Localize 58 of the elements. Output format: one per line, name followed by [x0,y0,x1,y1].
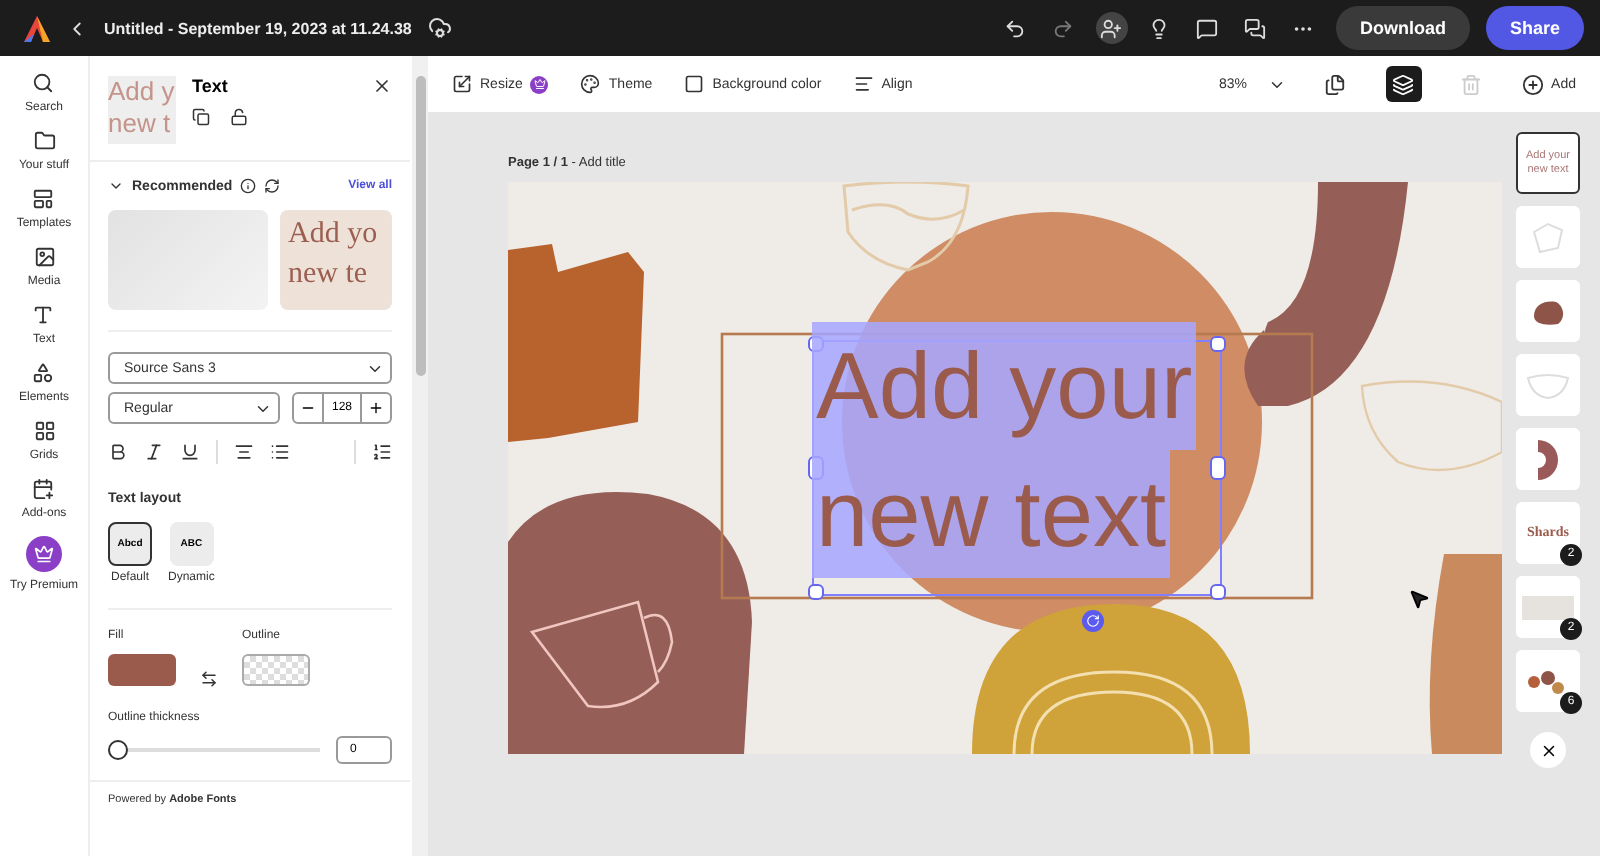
panel-title: Text [192,76,228,96]
close-icon [1539,741,1557,759]
arc-base-shape [1244,330,1288,406]
share-button[interactable]: Share [1485,6,1584,50]
add-icon [1521,73,1544,95]
theme-icon [580,74,601,94]
italic-icon[interactable] [144,442,164,462]
list-icon[interactable] [270,442,290,462]
duplicate-icon[interactable] [192,108,210,126]
shapes-drawing [1526,667,1570,695]
outline-drawing [1528,219,1568,255]
cloud-sync-icon[interactable] [427,16,452,40]
bowl-outline [842,182,970,272]
elements-icon [32,362,55,384]
search-icon [32,72,55,94]
document-title: Untitled - September 19, 2023 at 11.24.38 [104,19,412,37]
blob-drawing [1530,297,1566,325]
close-icon[interactable] [372,76,392,96]
folder-icon [33,130,55,152]
recommendation-card[interactable]: Add yo new te [280,210,392,310]
crown-icon [26,536,62,572]
refresh-icon[interactable] [264,178,281,194]
invite-icon[interactable] [1095,12,1128,44]
close-button[interactable] [1530,732,1566,768]
collapse-icon[interactable] [108,178,124,194]
align-icon [853,74,874,94]
grids-icon [33,420,55,442]
templates-icon [32,188,55,210]
background-icon [684,74,705,94]
bowl-drawing [1526,371,1570,399]
swap-icon[interactable] [200,670,218,688]
page-thumbnail[interactable] [1516,280,1580,342]
scrollbar-thumb[interactable] [415,76,425,376]
block-drawing [1522,595,1574,619]
arc-drawing [1534,437,1562,481]
app-logo[interactable] [24,15,50,41]
info-icon[interactable] [240,178,257,194]
align-center-icon[interactable] [234,442,254,462]
line-spacing-icon[interactable] [372,442,392,462]
fill-swatch[interactable] [108,654,176,686]
text-preview: Add y new t [108,76,176,144]
bold-icon[interactable] [108,442,128,462]
resize-icon [452,74,472,94]
outline-swatch[interactable] [242,654,310,686]
addons-icon [32,478,55,500]
slider-thumb[interactable] [108,740,128,760]
cup-outline [530,600,674,709]
cursor-icon [1408,588,1430,610]
bowl-outline [1360,380,1502,472]
page-thumbnail[interactable] [1516,428,1580,490]
page-thumbnail[interactable] [1516,206,1580,268]
unlock-icon[interactable] [230,108,248,126]
media-icon [33,246,55,268]
page-thumbnail[interactable] [1516,354,1580,416]
text-icon [32,304,55,326]
download-button[interactable]: Download [1335,6,1470,50]
layers-icon[interactable] [1385,66,1422,102]
underline-icon[interactable] [180,442,200,462]
